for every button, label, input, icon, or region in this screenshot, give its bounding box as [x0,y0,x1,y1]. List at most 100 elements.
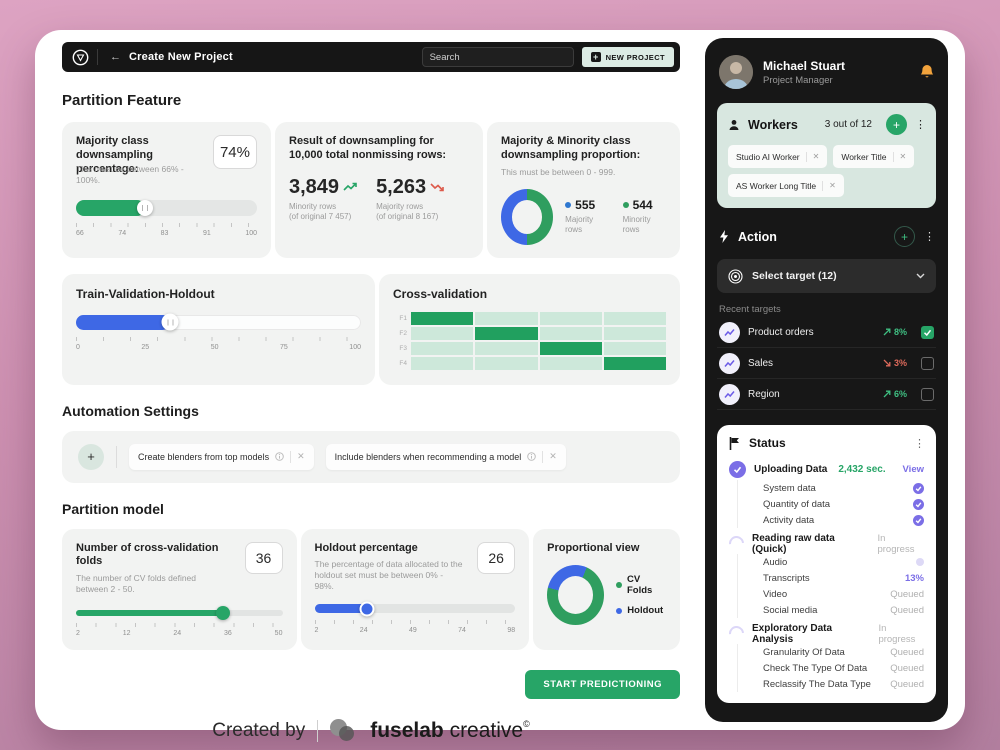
partition-feature-row: Majority class downsampling percentage: … [62,122,680,258]
new-project-label: NEW PROJECT [606,53,665,62]
tick-ruler [76,623,283,627]
cvfolds-card: Number of cross-validation folds The num… [62,529,297,651]
downsampling-value[interactable]: 74% [213,135,257,169]
close-icon[interactable]: ✕ [297,451,305,462]
downsampling-card: Majority class downsampling percentage: … [62,122,271,258]
majority-value: 5,263 [376,176,426,199]
flag-icon [729,437,740,450]
add-action-button[interactable]: + [894,226,915,247]
proportion-desc: This must be between 0 - 999. [501,167,666,178]
user-profile: Michael Stuart Project Manager [719,55,934,89]
status-group-reading: Reading raw data (Quick) In progress [729,533,924,554]
automation-chip[interactable]: Create blenders from top models ✕ [129,444,314,470]
recent-targets-label: Recent targets [717,304,936,315]
checkbox-unchecked[interactable] [921,357,934,370]
tick-labels: 224497498 [315,627,516,634]
divider [116,446,117,468]
majority-label: Majority rows [376,202,423,211]
app-window: ← Create New Project + NEW PROJECT Parti… [35,30,965,730]
propview-card: Proportional view CV Folds Holdout [533,529,680,651]
propview-donut-chart [547,565,604,625]
chevron-down-icon [916,273,925,279]
legend-holdout: Holdout [627,605,663,616]
workers-count: 3 out of 12 [825,119,872,130]
crossval-grid: F1 F2 F3 F4 [393,312,666,370]
add-setting-button[interactable]: + [78,444,104,470]
search-input[interactable] [430,52,562,63]
crossval-card: Cross-validation F1 F2 F3 F4 [379,274,680,385]
status-title: Status [749,436,905,450]
downsampling-slider-handle[interactable] [137,200,153,216]
divider [97,49,98,65]
in-progress-label: In progress [877,533,924,555]
automation-card: + Create blenders from top models ✕ Incl… [62,431,680,483]
close-icon[interactable]: ✕ [813,152,820,161]
kebab-menu-icon[interactable]: ⋮ [915,118,925,131]
footer: Created by fuselab creative© [62,719,680,743]
back-button[interactable]: ← [110,51,121,63]
new-project-button[interactable]: + NEW PROJECT [582,47,674,67]
bell-icon[interactable] [920,64,934,80]
tvh-slider-handle[interactable] [162,314,179,331]
cvfolds-slider-handle[interactable] [216,606,230,620]
proportion-title: Majority & Minority class downsampling p… [501,135,666,163]
target-row-region[interactable]: Region 6% [717,379,936,410]
holdout-slider-handle[interactable] [359,601,374,616]
tick-ruler [315,620,516,624]
worker-chip[interactable]: Studio AI Worker✕ [728,145,827,168]
kebab-menu-icon[interactable]: ⋮ [914,437,924,450]
view-link[interactable]: View [903,464,924,475]
status-group-uploading: Uploading Data 2,432 sec. View [729,459,924,480]
tvh-card: Train-Validation-Holdout 0255075100 [62,274,375,385]
bolt-icon [719,230,729,243]
add-worker-button[interactable]: + [886,114,907,135]
crossval-title: Cross-validation [393,287,666,302]
start-predictioning-button[interactable]: START PREDICTIONING [525,670,680,699]
holdout-card: Holdout percentage The percentage of dat… [301,529,530,651]
propview-title: Proportional view [547,542,666,556]
user-name: Michael Stuart [763,59,845,73]
fuselab-logo-icon [330,719,358,743]
status-sublist: Audio Transcripts13% VideoQueued Social … [737,554,924,618]
automation-chip[interactable]: Include blenders when recommending a mod… [326,444,566,470]
close-icon[interactable]: ✕ [549,451,557,462]
close-icon[interactable]: ✕ [829,181,836,190]
validation-row: Train-Validation-Holdout 0255075100 Cros… [62,274,680,385]
downsampling-slider[interactable] [76,200,257,216]
cvfolds-desc: The number of CV folds defined between 2… [76,573,211,595]
select-target-dropdown[interactable]: Select target (12) [717,259,936,293]
main-content: ← Create New Project + NEW PROJECT Parti… [62,42,680,743]
proportion-donut-chart [501,189,553,245]
cvfolds-slider[interactable] [76,610,283,616]
arrow-up-right-icon [883,328,891,336]
info-icon[interactable] [527,452,536,461]
avatar[interactable] [719,55,753,89]
worker-chip[interactable]: Worker Title✕ [833,145,914,168]
tvh-slider[interactable] [76,315,361,330]
checkbox-unchecked[interactable] [921,388,934,401]
app-logo-icon [72,49,89,66]
legend-cv-folds: CV Folds [627,574,666,596]
cvfolds-title: Number of cross-validation folds [76,542,237,570]
holdout-value[interactable]: 26 [477,542,515,574]
tick-labels: 0255075100 [76,344,361,351]
workers-title: Workers [748,118,817,132]
spinner-icon [726,623,747,644]
close-icon[interactable]: ✕ [900,152,907,161]
status-group-eda: Exploratory Data Analysis In progress [729,623,924,644]
cvfolds-value[interactable]: 36 [245,542,283,574]
holdout-slider[interactable] [315,604,516,613]
tick-ruler [76,223,257,227]
proportion-card: Majority & Minority class downsampling p… [487,122,680,258]
kebab-menu-icon[interactable]: ⋮ [924,230,934,243]
info-icon[interactable] [275,452,284,461]
target-icon [728,269,743,284]
checkbox-checked[interactable] [921,326,934,339]
check-circle-icon [913,483,924,494]
status-card: Status ⋮ Uploading Data 2,432 sec. View … [717,425,936,703]
worker-chip[interactable]: AS Worker Long Title✕ [728,174,844,197]
target-row-product-orders[interactable]: Product orders 8% [717,317,936,348]
minority-label: Minority rows [289,202,336,211]
target-row-sales[interactable]: Sales 3% [717,348,936,379]
minority-value: 3,849 [289,176,339,199]
